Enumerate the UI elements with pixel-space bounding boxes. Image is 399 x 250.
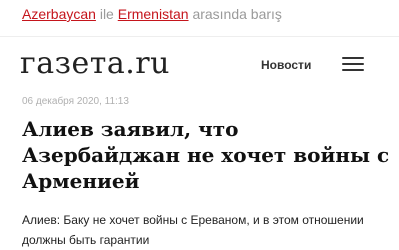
- divider: [0, 36, 399, 37]
- article-lead: Алиев: Баку не хочет войны с Ереваном, и…: [22, 213, 364, 247]
- banner-text-ile: ile: [99, 6, 114, 22]
- banner-text-rest: arasında barış: [192, 6, 282, 22]
- banner-link-azerbaycan[interactable]: Azerbaycan: [22, 6, 96, 22]
- banner-link-ermenistan[interactable]: Ermenistan: [118, 6, 189, 22]
- site-logo[interactable]: газета.ru: [20, 46, 170, 81]
- nav-news-link[interactable]: Новости: [261, 58, 311, 72]
- banner-line: Azerbaycan ile Ermenistan arasında barış: [22, 6, 282, 22]
- article-headline[interactable]: Алиев заявил, что Азербайджан не хочет в…: [22, 116, 392, 194]
- article-date: 06 декабря 2020, 11:13: [22, 96, 129, 107]
- hamburger-menu-icon[interactable]: [342, 57, 364, 71]
